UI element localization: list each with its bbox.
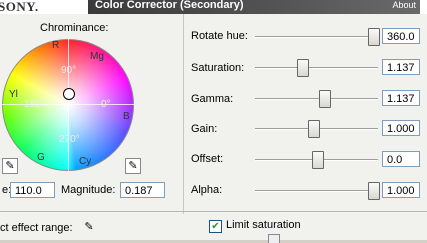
slider-track	[255, 67, 378, 69]
wheel-degree-90: 90°	[61, 65, 77, 76]
wheel-label-g: G	[37, 152, 45, 163]
plugin-title: Color Corrector (Secondary)	[95, 0, 244, 11]
slider-thumb[interactable]	[311, 151, 324, 169]
eyedropper-icon[interactable]: ✎	[2, 158, 18, 174]
slider-thumb[interactable]	[368, 182, 380, 200]
sony-logo: SONY.	[0, 0, 39, 14]
limit-saturation-checkbox[interactable]: ✔	[209, 220, 222, 233]
slider-thumb[interactable]	[368, 28, 380, 46]
about-link[interactable]: About	[392, 0, 416, 10]
wheel-degree-180: 180°	[24, 99, 45, 110]
angle-field[interactable]: 110.0	[10, 182, 55, 198]
wheel-label-r: R	[52, 40, 60, 51]
chrominance-label: Chrominance:	[40, 22, 109, 34]
panel-divider	[183, 14, 184, 214]
slider-thumb[interactable]	[296, 59, 309, 77]
magnitude-label: Magnitude:	[61, 184, 116, 196]
wheel-label-b: B	[123, 111, 130, 122]
slider-track	[255, 98, 378, 100]
slider-thumb[interactable]	[308, 120, 321, 138]
wheel-label-mg: Mg	[90, 51, 104, 62]
slider-label: Alpha:	[191, 184, 223, 196]
partial-slider-thumb[interactable]	[268, 234, 280, 243]
slider-value-field[interactable]: 1.000	[382, 182, 420, 198]
eyedropper-icon[interactable]: ✎	[82, 220, 96, 234]
eyedropper-icon[interactable]: ✎	[125, 158, 141, 174]
slider-label: Gamma:	[191, 93, 234, 105]
wheel-label-yl: Yl	[9, 89, 18, 100]
header: SONY. Color Corrector (Secondary) About	[0, 0, 427, 14]
wheel-crosshair-vertical	[68, 39, 69, 171]
slider-value-field[interactable]: 360.0	[382, 28, 420, 44]
wheel-degree-0: 0°	[101, 99, 111, 110]
slider-label: Gain:	[191, 123, 218, 135]
magnitude-field[interactable]: 0.187	[120, 182, 165, 198]
section-divider	[0, 211, 427, 212]
title-bar: Color Corrector (Secondary) About	[88, 0, 420, 14]
slider-label: Offset:	[191, 153, 224, 165]
slider-value-field[interactable]: 0.0	[382, 151, 420, 167]
wheel-cursor[interactable]	[63, 88, 75, 100]
slider-value-field[interactable]: 1.137	[382, 90, 420, 106]
slider-track	[255, 36, 378, 38]
effect-range-label: ct effect range:	[0, 222, 73, 234]
wheel-degree-270: 270°	[59, 134, 80, 145]
slider-value-field[interactable]: 1.000	[382, 120, 420, 136]
slider-value-field[interactable]: 1.137	[382, 59, 420, 75]
slider-thumb[interactable]	[319, 90, 332, 108]
limit-saturation-label: Limit saturation	[226, 219, 301, 231]
wheel-label-cy: Cy	[79, 156, 92, 167]
slider-track	[255, 190, 378, 192]
slider-label: Rotate hue:	[191, 30, 248, 42]
slider-label: Saturation:	[191, 62, 245, 74]
